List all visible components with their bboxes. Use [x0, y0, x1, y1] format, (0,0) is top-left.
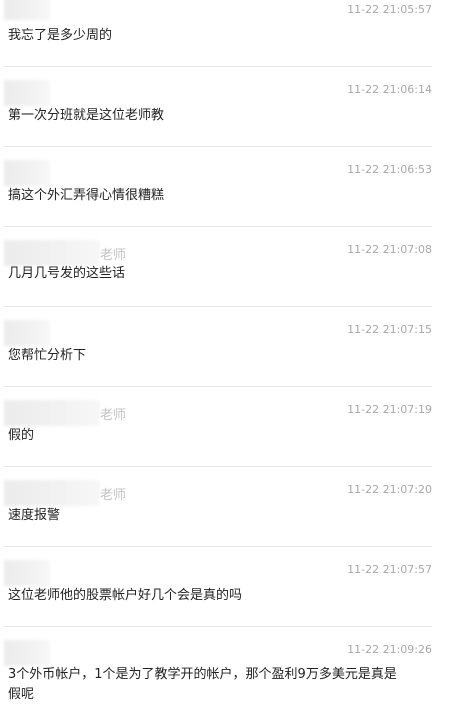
message-text: 几月几号发的这些话 — [8, 266, 126, 281]
message-divider — [4, 146, 432, 147]
message-text: 3个外币帐户，1个是为了教学开的帐户，那个盈利9万多美元是真是假呢 — [8, 667, 397, 702]
message-timestamp: 11-22 21:07:57 — [347, 563, 432, 576]
sender-avatar-name-blurred — [4, 240, 100, 266]
message-timestamp: 11-22 21:06:53 — [347, 163, 432, 176]
message-divider — [4, 306, 432, 307]
message-divider — [4, 626, 432, 627]
message-item: 11-22 21:06:53 搞这个外汇弄得心情很糟糕 — [0, 160, 451, 240]
sender-avatar-name-blurred — [4, 480, 100, 506]
message-divider — [4, 466, 432, 467]
message-divider — [4, 226, 432, 227]
message-timestamp: 11-22 21:07:19 — [347, 403, 432, 416]
sender-avatar-name-blurred — [4, 160, 50, 186]
sender-name: 老师 — [100, 488, 127, 503]
sender-name: 老师 — [100, 408, 127, 423]
message-item: 11-22 21:06:14 第一次分班就是这位老师教 — [0, 80, 451, 160]
message-item: 11-22 21:09:26 3个外币帐户，1个是为了教学开的帐户，那个盈利9万… — [0, 640, 451, 702]
message-divider — [4, 546, 432, 547]
message-item: 11-22 21:07:15 您帮忙分析下 — [0, 320, 451, 400]
sender-avatar-name-blurred — [4, 320, 50, 346]
message-text: 假的 — [8, 428, 35, 443]
message-item: 老师 11-22 21:07:19 假的 — [0, 400, 451, 480]
message-timestamp: 11-22 21:07:15 — [347, 323, 432, 336]
sender-avatar-name-blurred — [4, 640, 50, 666]
message-item: 11-22 21:05:57 我忘了是多少周的 — [0, 0, 451, 80]
message-text: 这位老师他的股票帐户好几个会是真的吗 — [8, 588, 243, 603]
message-timestamp: 11-22 21:06:14 — [347, 83, 432, 96]
sender-avatar-name-blurred — [4, 400, 100, 426]
sender-avatar-name-blurred — [4, 0, 50, 20]
message-timestamp: 11-22 21:05:57 — [347, 3, 432, 16]
message-text: 我忘了是多少周的 — [8, 28, 113, 43]
message-timestamp: 11-22 21:07:20 — [347, 483, 432, 496]
message-item: 11-22 21:07:57 这位老师他的股票帐户好几个会是真的吗 — [0, 560, 451, 640]
message-timestamp: 11-22 21:09:26 — [347, 643, 432, 656]
message-text: 您帮忙分析下 — [8, 348, 87, 363]
message-timestamp: 11-22 21:07:08 — [347, 243, 432, 256]
message-text: 第一次分班就是这位老师教 — [8, 108, 165, 123]
message-text: 搞这个外汇弄得心情很糟糕 — [8, 188, 165, 203]
sender-avatar-name-blurred — [4, 560, 50, 586]
message-divider — [4, 386, 432, 387]
sender-avatar-name-blurred — [4, 80, 50, 106]
message-item: 老师 11-22 21:07:08 几月几号发的这些话 — [0, 240, 451, 320]
message-text: 速度报警 — [8, 508, 61, 523]
message-item: 老师 11-22 21:07:20 速度报警 — [0, 480, 451, 560]
message-divider — [4, 66, 432, 67]
sender-name: 老师 — [100, 248, 127, 263]
